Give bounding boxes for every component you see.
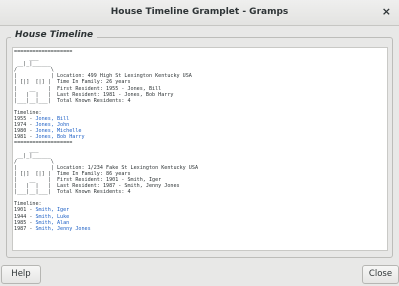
timeline-year: 1985: [14, 219, 27, 226]
person-link[interactable]: Jones, Michelle: [35, 128, 81, 134]
person-link[interactable]: Smith, Jenny Jones: [35, 226, 90, 232]
house-art: |___|__|___|: [14, 189, 57, 196]
house-info: Time In Family: 86 years: [56, 170, 131, 177]
person-link[interactable]: Jones, Bob Harry: [35, 134, 84, 140]
window-title: House Timeline Gramplet - Gramps: [110, 7, 289, 17]
house-info: Last Resident: 1987 - Smith, Jenny Jones: [56, 183, 180, 190]
house-art: / \: [14, 158, 57, 165]
timeline-year: 1901: [14, 207, 27, 214]
house-info: Total Known Residents: 4: [56, 189, 131, 196]
house-info: Total Known Residents: 4: [56, 97, 131, 104]
timeline-text-view[interactable]: =================== ___ __|_|______ / \ …: [12, 47, 388, 251]
divider: ===================: [14, 140, 73, 147]
house-art: ___: [14, 55, 57, 62]
person-link[interactable]: Jones, Bill: [35, 116, 69, 122]
divider: ===================: [14, 49, 73, 55]
scrollbar-trough[interactable]: [388, 47, 392, 251]
house-art: | |: [14, 73, 57, 80]
timeline-year: 1987: [14, 225, 27, 232]
house-info: Time In Family: 26 years: [56, 79, 131, 86]
timeline-entry: 1987 - Smith, Jenny Jones: [14, 225, 91, 232]
house-art: / \: [14, 67, 57, 74]
house-art: | __ |: [14, 85, 57, 92]
timeline-year: 1981: [14, 134, 27, 141]
house-art: __|_|______: [14, 152, 57, 159]
house-art: | __ |: [14, 176, 57, 183]
house-art: | |: [14, 164, 57, 171]
house-art: | [|] [|] |: [14, 170, 57, 177]
help-button[interactable]: Help: [1, 265, 41, 284]
house-info: Location: 1/234 Fake St Lexington Kentuc…: [56, 164, 199, 171]
person-link[interactable]: Smith, Alan: [35, 220, 69, 226]
house-info: Location: 499 High St Lexington Kentucky…: [56, 73, 192, 80]
house-art: __|_|______: [14, 61, 57, 68]
house-art: | | | |: [14, 183, 57, 190]
house-info: First Resident: 1901 - Smith, Iger: [56, 176, 162, 183]
house-art: | | | |: [14, 91, 57, 98]
timeline-year: 1944: [14, 213, 27, 220]
close-button[interactable]: Close: [362, 265, 399, 284]
close-icon[interactable]: ×: [382, 6, 391, 18]
gramplet-frame-label: House Timeline: [11, 30, 98, 40]
timeline-year: 1974: [14, 122, 27, 129]
timeline-content: =================== ___ __|_|______ / \ …: [13, 48, 387, 232]
house-info: First Resident: 1955 - Jones, Bill: [56, 85, 162, 92]
timeline-label: Timeline:: [14, 201, 42, 208]
house-art: | [|] [|] |: [14, 79, 57, 86]
person-link[interactable]: Smith, Luke: [35, 214, 69, 220]
house-art: |___|__|___|: [14, 97, 57, 104]
house-art: ___: [14, 146, 57, 153]
timeline-label: Timeline:: [14, 109, 42, 116]
person-link[interactable]: Jones, John: [35, 122, 69, 128]
house-info: Last Resident: 1981 - Jones, Bob Harry: [56, 91, 174, 98]
timeline-year: 1955: [14, 116, 27, 123]
title-bar: House Timeline Gramplet - Gramps ×: [0, 0, 399, 26]
person-link[interactable]: Smith, Iger: [35, 207, 69, 213]
timeline-year: 1980: [14, 128, 27, 135]
